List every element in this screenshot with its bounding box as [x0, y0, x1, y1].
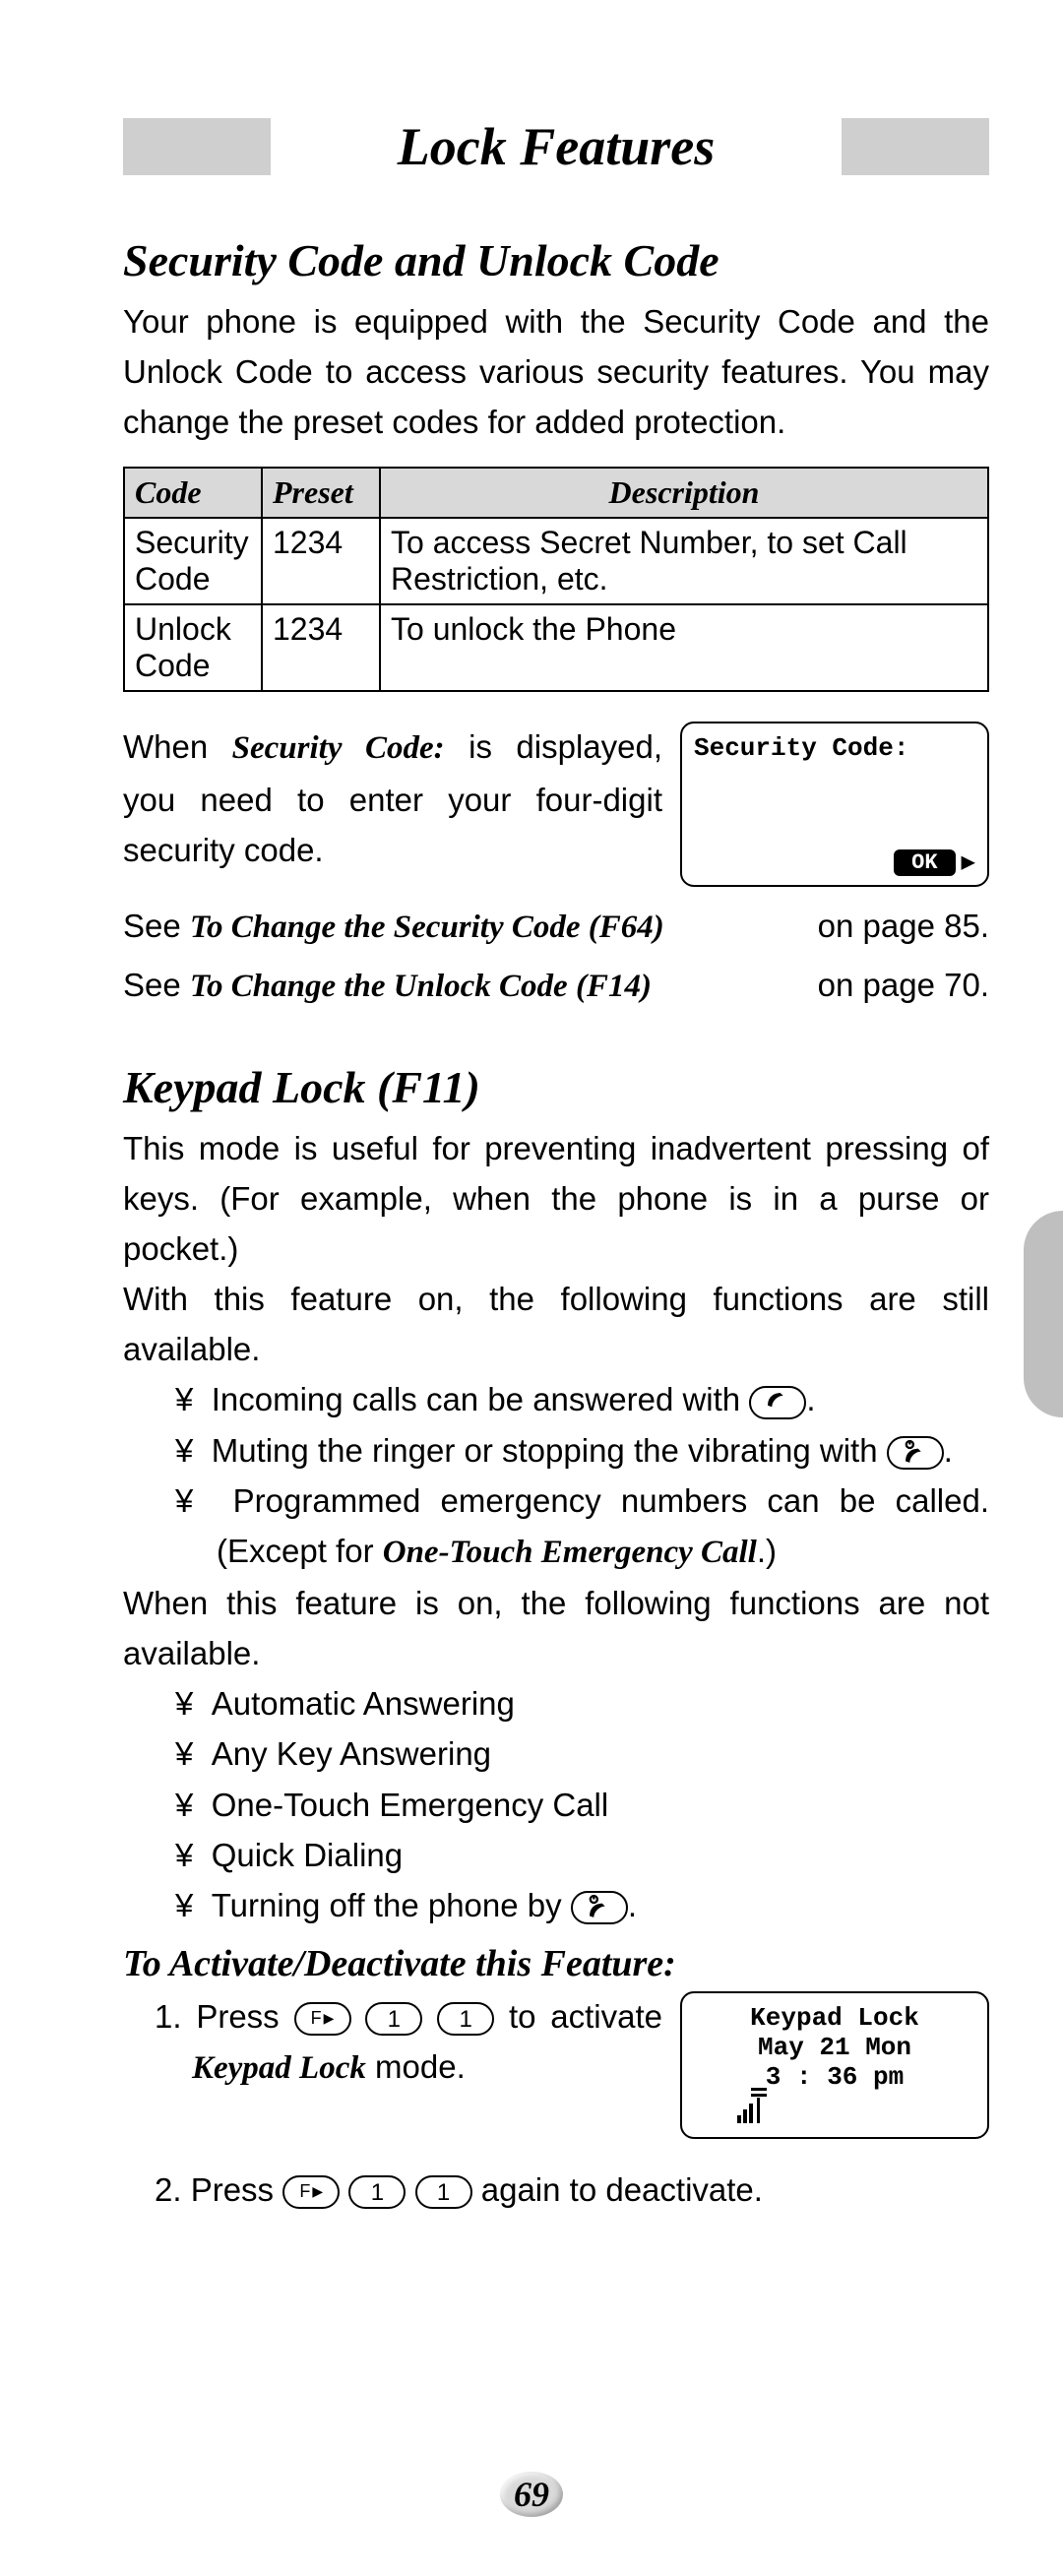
page-number: 69 [0, 2472, 1063, 2517]
side-thumb-tab [1024, 1211, 1063, 1417]
th-description: Description [380, 468, 988, 518]
fn-key: F▶ [282, 2175, 340, 2209]
text: again to deactivate. [481, 2171, 763, 2208]
table-row: Unlock Code 1234 To unlock the Phone [124, 604, 988, 691]
ref-page: on page 85. [818, 901, 989, 953]
cell-description: To unlock the Phone [380, 604, 988, 691]
power-key-icon [571, 1891, 628, 1924]
one-key: 1 [348, 2175, 406, 2209]
text: mode. [366, 2048, 466, 2085]
lcd-line: Keypad Lock [694, 2003, 975, 2033]
table-row: Security Code 1234 To access Secret Numb… [124, 518, 988, 604]
text: . [944, 1432, 953, 1469]
cell-preset: 1234 [262, 518, 380, 604]
text: When [123, 728, 232, 765]
step-2: 2. Press F▶ 1 1 again to deactivate. [123, 2165, 989, 2215]
lcd-ok-indicator: OK ▶ [894, 848, 975, 877]
reference-row: See To Change the Unlock Code (F14) on p… [123, 960, 989, 1012]
lcd-line: May 21 Mon [694, 2033, 975, 2062]
ref-page: on page 70. [818, 960, 989, 1012]
text: Press [191, 2171, 283, 2208]
bullet-glyph: ¥ [175, 1432, 193, 1469]
power-key-icon [887, 1436, 944, 1470]
bullet-glyph: ¥ [175, 1887, 193, 1923]
lcd-line1: Security Code: [694, 733, 975, 763]
bullet-glyph: ¥ [175, 1685, 193, 1722]
text: Quick Dialing [212, 1837, 403, 1873]
bullet-item: ¥ Any Key Answering [123, 1728, 989, 1779]
section-heading-keypad: Keypad Lock (F11) [123, 1061, 989, 1113]
table-header-row: Code Preset Description [124, 468, 988, 518]
bullet-glyph: ¥ [175, 1787, 193, 1823]
signal-icon [737, 2098, 771, 2123]
bullet-glyph: ¥ [175, 1837, 193, 1873]
text: Automatic Answering [212, 1685, 515, 1722]
text: Incoming calls can be answered with [212, 1381, 740, 1417]
text: See [123, 967, 190, 1003]
call-key-icon [749, 1386, 806, 1419]
cell-code: Security Code [124, 518, 262, 604]
chapter-title: Lock Features [271, 116, 842, 177]
bullet-item: ¥ Programmed emergency numbers can be ca… [123, 1476, 989, 1578]
keypad-para3: When this feature is on, the following f… [123, 1578, 989, 1678]
text: Turning off the phone by [212, 1887, 562, 1923]
prompt-label: Security Code: [232, 730, 445, 766]
text: One-Touch Emergency Call [212, 1787, 609, 1823]
cell-preset: 1234 [262, 604, 380, 691]
fn-key: F▶ [294, 2002, 351, 2036]
text: to activate [509, 1998, 662, 2035]
chapter-bar-right [842, 118, 989, 175]
lcd-keypad-lock: Keypad Lock May 21 Mon 3 : 36 pm [680, 1991, 989, 2139]
cell-code: Unlock Code [124, 604, 262, 691]
one-key: 1 [415, 2175, 472, 2209]
bullet-glyph: ¥ [175, 1381, 193, 1417]
lcd-line: 3 : 36 pm [694, 2062, 975, 2092]
one-touch-label: One-Touch Emergency Call [383, 1535, 757, 1570]
page-number-value: 69 [500, 2472, 563, 2517]
codes-table: Code Preset Description Security Code 12… [123, 467, 989, 692]
section1-intro: Your phone is equipped with the Security… [123, 296, 989, 447]
chapter-title-bar: Lock Features [123, 118, 989, 175]
subsection-heading: To Activate/Deactivate this Feature: [123, 1942, 989, 1985]
text: Press [196, 1998, 293, 2035]
chapter-bar-left [123, 118, 271, 175]
one-key: 1 [437, 2002, 494, 2036]
bullet-glyph: ¥ [175, 1735, 193, 1772]
bullet-item: ¥ One-Touch Emergency Call [123, 1780, 989, 1830]
bullet-item: ¥ Automatic Answering [123, 1678, 989, 1728]
lcd-security-code: Security Code: OK ▶ [680, 722, 989, 887]
text: Any Key Answering [212, 1735, 491, 1772]
reference-row: See To Change the Security Code (F64) on… [123, 901, 989, 953]
keypad-para1: This mode is useful for preventing inadv… [123, 1123, 989, 1274]
text: Muting the ringer or stopping the vibrat… [212, 1432, 878, 1469]
ok-label: OK [894, 849, 955, 876]
right-arrow-icon: ▶ [962, 848, 975, 877]
bullet-item: ¥ Turning off the phone by . [123, 1880, 989, 1930]
bullet-item: ¥ Muting the ringer or stopping the vibr… [123, 1425, 989, 1476]
ref-title: To Change the Unlock Code (F14) [190, 969, 652, 1004]
th-code: Code [124, 468, 262, 518]
text: .) [757, 1533, 777, 1569]
one-key: 1 [365, 2002, 422, 2036]
th-preset: Preset [262, 468, 380, 518]
cell-description: To access Secret Number, to set Call Res… [380, 518, 988, 604]
ref-title: To Change the Security Code (F64) [190, 910, 664, 945]
bullet-glyph: ¥ [175, 1482, 193, 1519]
bullet-item: ¥ Quick Dialing [123, 1830, 989, 1880]
keypad-para2: With this feature on, the following func… [123, 1274, 989, 1374]
bullet-item: ¥ Incoming calls can be answered with . [123, 1374, 989, 1424]
keypad-lock-label: Keypad Lock [192, 2050, 366, 2086]
section-heading-security: Security Code and Unlock Code [123, 234, 989, 286]
text: See [123, 908, 190, 944]
text: . [806, 1381, 815, 1417]
